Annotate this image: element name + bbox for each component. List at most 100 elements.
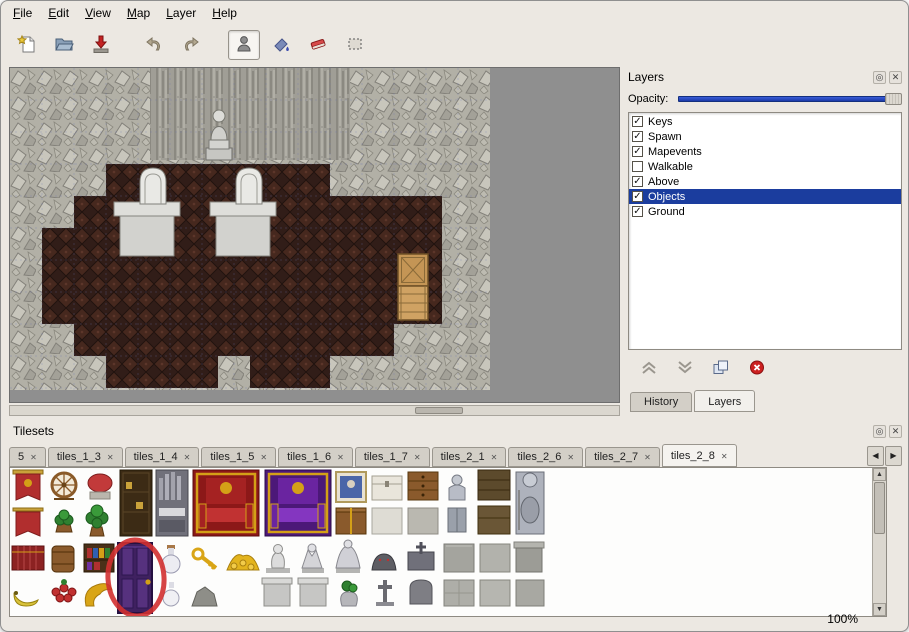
tab-layers[interactable]: Layers [694,390,755,412]
tileset-tab[interactable]: tiles_1_3✕ [48,447,123,467]
map-canvas[interactable] [9,67,620,403]
open-folder-icon [54,34,74,57]
float-panel-button[interactable]: ◎ [873,71,886,84]
zoom-level: 100% [827,612,858,626]
tileset-tab[interactable]: tiles_1_5✕ [201,447,276,467]
layers-panel: Layers ◎ ✕ Opacity: ✓ Keys ✓ Spawn ✓ Map… [628,69,902,378]
layer-row-mapevents[interactable]: ✓ Mapevents [629,144,901,159]
tileset-tab[interactable]: tiles_2_1✕ [432,447,507,467]
move-layer-down-button[interactable] [674,360,696,378]
scroll-tabs-right-button[interactable]: ▶ [885,446,902,466]
layer-checkbox[interactable]: ✓ [632,116,643,127]
purple-door-tile [118,543,152,613]
tilesets-panel-header: Tilesets ◎ ✕ [13,423,902,439]
layer-label: Objects [648,191,685,203]
duplicate-layer-button[interactable] [710,360,732,378]
scroll-down-arrow[interactable]: ▼ [873,603,886,616]
tab-close-icon[interactable]: ✕ [184,453,191,462]
scrollbar-thumb[interactable] [415,407,463,414]
tab-close-icon[interactable]: ✕ [721,452,728,461]
close-panel-button[interactable]: ✕ [889,425,902,438]
undo-button[interactable] [138,30,170,60]
select-region-tool-button[interactable] [339,30,371,60]
tab-close-icon[interactable]: ✕ [567,453,574,462]
tab-close-icon[interactable]: ✕ [491,453,498,462]
opacity-slider[interactable] [678,93,902,105]
layer-checkbox[interactable] [632,161,643,172]
layer-label: Walkable [648,161,693,173]
layer-row-keys[interactable]: ✓ Keys [629,114,901,129]
person-icon [234,34,254,57]
menu-layer[interactable]: Layer [158,3,204,23]
slider-handle[interactable] [885,93,902,105]
paint-bucket-icon [271,34,291,57]
tileset-tab[interactable]: tiles_1_7✕ [355,447,430,467]
menu-map[interactable]: Map [119,3,158,23]
place-event-tool-button[interactable] [228,30,260,60]
menu-help[interactable]: Help [204,3,245,23]
menu-file[interactable]: File [5,3,40,23]
copy-icon [712,360,730,378]
close-panel-button[interactable]: ✕ [889,71,902,84]
tileset-tab-bar: 5✕ tiles_1_3✕ tiles_1_4✕ tiles_1_5✕ tile… [9,443,862,467]
save-button[interactable] [85,30,117,60]
layer-row-above[interactable]: ✓ Above [629,174,901,189]
dock-tabs: History Layers [630,390,757,412]
tileset-tab[interactable]: tiles_1_4✕ [125,447,200,467]
layer-checkbox[interactable]: ✓ [632,131,643,142]
tileset-tab[interactable]: tiles_1_6✕ [278,447,353,467]
layer-actions [628,360,902,378]
scrollbar-thumb[interactable] [874,482,885,534]
layer-label: Mapevents [648,146,702,158]
tab-history[interactable]: History [630,392,692,412]
save-download-icon [91,34,111,57]
tab-close-icon[interactable]: ✕ [260,453,267,462]
tileset-tab[interactable]: tiles_2_6✕ [508,447,583,467]
layer-row-walkable[interactable]: Walkable [629,159,901,174]
menu-edit[interactable]: Edit [40,3,77,23]
layer-list: ✓ Keys ✓ Spawn ✓ Mapevents Walkable ✓ Ab… [628,112,902,350]
map-render [10,68,490,390]
scroll-up-arrow[interactable]: ▲ [873,468,886,481]
tab-scroll-arrows: ◀ ▶ [866,446,902,466]
layer-row-spawn[interactable]: ✓ Spawn [629,129,901,144]
tab-close-icon[interactable]: ✕ [30,453,37,462]
selection-rectangle-icon [345,34,365,57]
layers-panel-header: Layers ◎ ✕ [628,69,902,85]
layer-row-ground[interactable]: ✓ Ground [629,204,901,219]
layer-checkbox[interactable]: ✓ [632,206,643,217]
new-map-button[interactable] [11,30,43,60]
menu-view[interactable]: View [77,3,119,23]
map-horizontal-scrollbar[interactable] [9,405,620,416]
chevrons-up-icon [640,360,658,378]
layer-checkbox[interactable]: ✓ [632,176,643,187]
redo-icon [181,34,201,57]
redo-button[interactable] [175,30,207,60]
delete-layer-button[interactable] [746,360,768,378]
layer-label: Keys [648,116,672,128]
tileset-render [10,468,550,616]
opacity-control: Opacity: [628,93,902,105]
eraser-tool-button[interactable] [302,30,334,60]
tab-close-icon[interactable]: ✕ [414,453,421,462]
layer-checkbox[interactable]: ✓ [632,191,643,202]
tileset-grid[interactable]: ▲ ▼ [9,467,887,617]
tab-close-icon[interactable]: ✕ [644,453,651,462]
move-layer-up-button[interactable] [638,360,660,378]
tileset-tab-active[interactable]: tiles_2_8✕ [662,444,737,467]
layer-checkbox[interactable]: ✓ [632,146,643,157]
tileset-vertical-scrollbar[interactable]: ▲ ▼ [872,468,886,616]
tab-close-icon[interactable]: ✕ [337,453,344,462]
fill-tool-button[interactable] [265,30,297,60]
slider-track [678,96,900,102]
open-button[interactable] [48,30,80,60]
scroll-tabs-left-button[interactable]: ◀ [867,446,884,466]
tileset-tab[interactable]: 5✕ [9,447,46,467]
layer-label: Above [648,176,679,188]
float-panel-button[interactable]: ◎ [873,425,886,438]
opacity-label: Opacity: [628,93,678,105]
tab-close-icon[interactable]: ✕ [107,453,114,462]
toolbar [11,27,376,63]
layer-row-objects[interactable]: ✓ Objects [629,189,901,204]
tileset-tab[interactable]: tiles_2_7✕ [585,447,660,467]
